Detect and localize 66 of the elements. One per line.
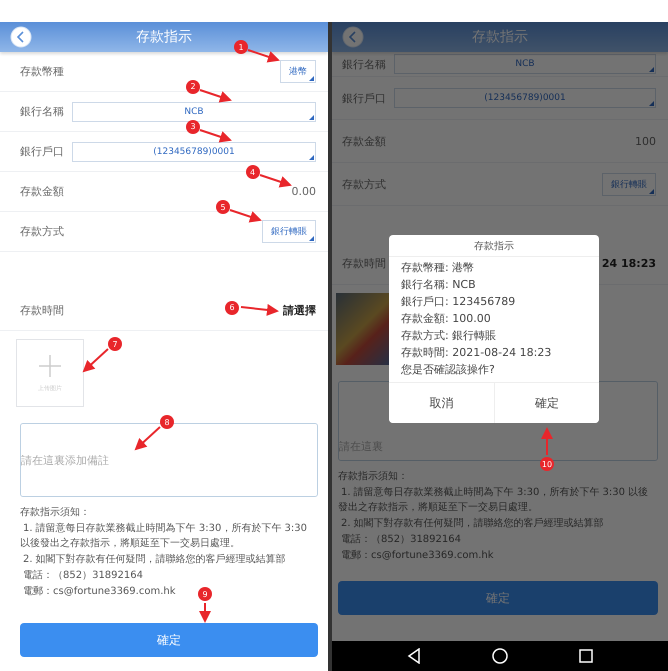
- annotation-badge: 9: [198, 587, 212, 601]
- notice-text: 1. 請留意每日存款業務截止時間為下午 3:30，所有於下午 3:30 以後發出之存款指示，將順延至下一交易日處理。: [338, 486, 650, 515]
- dropdown-field[interactable]: (123456789)0001: [72, 142, 316, 162]
- confirm-button[interactable]: 確定: [338, 581, 658, 615]
- field-label: 存款時間: [342, 256, 386, 270]
- dropdown-field[interactable]: NCB: [394, 54, 656, 74]
- field-label: 存款金額: [20, 184, 64, 199]
- notice-text: 電郵：cs@fortune3369.com.hk: [340, 548, 494, 563]
- page-title: 存款指示: [136, 28, 192, 46]
- dialog-text: 存款方式: 銀行轉賬: [401, 328, 498, 344]
- dialog-text: 銀行戶口: 123456789: [401, 294, 516, 310]
- dropdown-field[interactable]: (123456789)0001: [394, 88, 656, 108]
- annotation-arrow: [82, 347, 110, 373]
- field-label: 存款方式: [20, 224, 64, 239]
- annotation-arrow: [543, 427, 551, 457]
- field-label: 銀行名稱: [342, 56, 386, 72]
- remark-placeholder: 請在這裏添加備註: [21, 452, 109, 468]
- amount-value: 0.00: [292, 185, 316, 198]
- annotation-badge: 8: [160, 415, 174, 429]
- time-picker[interactable]: 請選擇: [283, 302, 316, 318]
- dropdown-field[interactable]: 港幣: [280, 60, 316, 83]
- dialog-text: 存款時間: 2021-08-24 18:23: [401, 345, 552, 361]
- notice-text: 1. 請留意每日存款業務截止時間為下午 3:30，所有於下午 3:30 以後發出之存款指示，將順延至下一交易日處理。: [20, 522, 308, 551]
- dropdown-field[interactable]: NCB: [72, 102, 316, 122]
- field-label: 銀行名稱: [20, 104, 64, 119]
- notice-text: 2. 如閣下對存款有任何疑問，請聯絡您的客戶經理或結算部: [22, 552, 287, 567]
- notice-text: 電郵：cs@fortune3369.com.hk: [22, 584, 176, 599]
- annotation-badge: 1: [234, 40, 248, 54]
- annotation-arrow: [198, 128, 232, 142]
- plus-icon: [38, 354, 62, 378]
- field-label: 存款方式: [342, 176, 386, 192]
- notice-title: 存款指示須知：: [338, 470, 409, 484]
- notice-title: 存款指示須知：: [20, 506, 91, 520]
- recent-apps-icon[interactable]: [578, 649, 593, 663]
- amount-value: 100: [635, 134, 656, 148]
- notice-text: 2. 如閣下對存款有任何疑問，請聯絡您的客戶經理或結算部: [340, 516, 605, 531]
- annotation-badge: 2: [186, 80, 200, 94]
- dialog-text: 存款幣種: 港幣: [401, 260, 476, 276]
- annotation-arrow: [228, 208, 262, 222]
- annotation-badge: 5: [216, 200, 230, 214]
- dialog-title: 存款指示: [389, 235, 599, 257]
- field-label: 存款金額: [342, 134, 386, 148]
- dialog-text: 您是否確認該操作?: [401, 362, 496, 378]
- field-label: 銀行戶口: [20, 144, 64, 159]
- annotation-badge: 7: [108, 337, 122, 351]
- home-icon[interactable]: [492, 648, 508, 664]
- annotation-badge: 6: [225, 300, 239, 314]
- notice-text: 電話：（852）31892164: [340, 532, 461, 547]
- annotation-badge: 4: [246, 165, 260, 179]
- page-title: 存款指示: [472, 28, 528, 46]
- field-label: 銀行戶口: [342, 90, 386, 106]
- annotation-arrow: [198, 88, 232, 102]
- dialog-text: 存款金額: 100.00: [401, 311, 492, 327]
- annotation-arrow: [258, 173, 292, 187]
- time-picker[interactable]: 24 18:23: [602, 256, 656, 270]
- annotation-arrow: [246, 48, 280, 62]
- annotation-badge: 10: [540, 457, 554, 471]
- dialog-text: 銀行名稱: NCB: [401, 277, 477, 293]
- confirm-button[interactable]: 確定: [20, 623, 318, 657]
- dropdown-field[interactable]: 銀行轉賬: [602, 172, 656, 196]
- annotation-arrow: [201, 601, 209, 623]
- dropdown-field[interactable]: 銀行轉賬: [262, 220, 316, 243]
- field-label: 存款幣種: [20, 64, 64, 79]
- annotation-arrow: [134, 425, 162, 451]
- notice-text: 電話：（852）31892164: [22, 568, 143, 583]
- field-label: 存款時間: [20, 302, 64, 318]
